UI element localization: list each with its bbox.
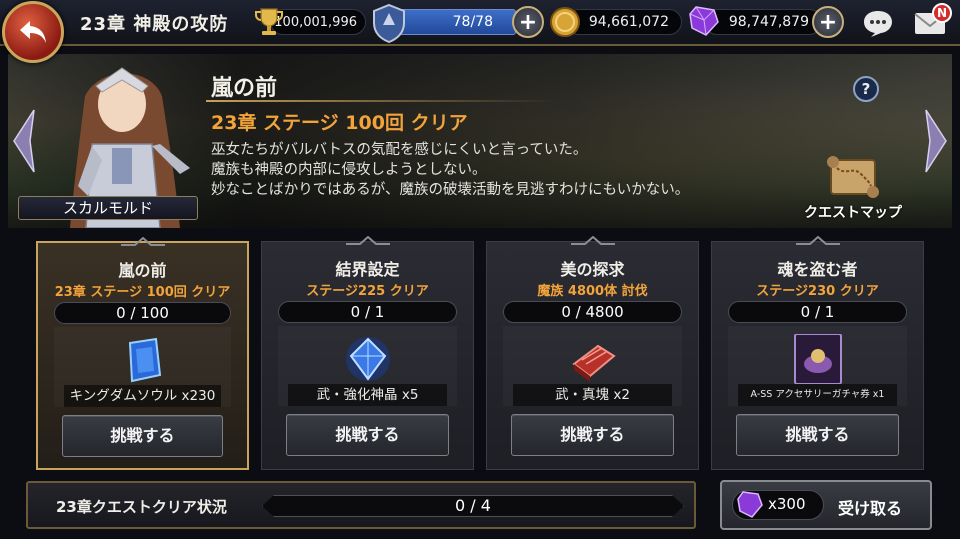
gem-amount: 98,747,879: [704, 9, 822, 35]
quest-title: 結界設定: [335, 260, 400, 279]
back-button[interactable]: [2, 1, 64, 63]
reward-name: 武・強化神晶 x5: [288, 384, 447, 406]
card-ornament: [570, 236, 615, 245]
quest-progress: 0 / 1: [278, 301, 457, 323]
chapter-progress-label: 23章クエストクリア状況: [56, 498, 227, 516]
hero-name: スカルモルド: [18, 196, 198, 220]
quest-name: 嵐の前: [211, 76, 278, 101]
description-line: 巫女たちがバルバトスの気配を感じにくいと言っていた。: [211, 142, 588, 158]
quest-card[interactable]: 結界設定 ステージ225 クリア 0 / 1 武・強化神晶 x5 挑戦する: [261, 236, 474, 470]
true-ingot-icon: [571, 344, 616, 382]
back-arrow-icon: [20, 21, 46, 43]
claim-reward-button[interactable]: x300 受け取る: [720, 480, 932, 530]
quest-title: 嵐の前: [118, 261, 167, 280]
kingdom-soul-icon: [128, 337, 161, 383]
reward-name: 武・真塊 x2: [513, 384, 672, 406]
trophy-icon: [255, 8, 283, 35]
gold-coin-icon: [550, 7, 580, 37]
gold-amount: 94,661,072: [566, 9, 682, 35]
mail-badge: N: [932, 3, 952, 23]
quest-condition: ステージ230 クリア: [756, 284, 879, 299]
stamina-bar: 78/78: [398, 9, 516, 35]
gem-icon: [737, 491, 763, 518]
quest-progress: 0 / 4800: [503, 301, 682, 323]
quest-progress: 0 / 1: [728, 301, 907, 323]
prev-arrow-icon[interactable]: [10, 106, 38, 176]
top-bar: 23章 神殿の攻防 100,001,996 78/78 + 94,661,072…: [0, 0, 960, 46]
enhance-crystal-icon: [345, 337, 390, 381]
card-ornament: [120, 237, 165, 246]
quest-card[interactable]: 魂を盗む者 ステージ230 クリア 0 / 1 A-SS アクセサリーガチャ券 …: [711, 236, 924, 470]
chapter-progress-panel: 23章クエストクリア状況 0 / 4: [26, 481, 696, 529]
card-ornament: [795, 236, 840, 245]
quest-condition: 23章 ステージ 100回 クリア: [54, 285, 231, 300]
name-underline: [206, 100, 556, 102]
card-ornament: [345, 236, 390, 245]
challenge-button[interactable]: 挑戦する: [511, 414, 674, 456]
quest-progress: 0 / 100: [54, 302, 231, 324]
challenge-button[interactable]: 挑戦する: [736, 414, 899, 456]
quest-description: 巫女たちがバルバトスの気配を感じにくいと言っていた。 魔族も神殿の内部に侵攻しよ…: [211, 140, 689, 200]
quest-condition: ステージ225 クリア: [306, 284, 429, 299]
chat-icon[interactable]: [861, 8, 895, 38]
chapter-title: 23章 神殿の攻防: [80, 14, 229, 35]
description-line: 魔族も神殿の内部に侵攻しようとしない。: [211, 162, 487, 178]
challenge-button[interactable]: 挑戦する: [62, 415, 223, 457]
reward-name: A-SS アクセサリーガチャ券 x1: [738, 384, 897, 406]
chapter-progress-value: 0 / 4: [455, 496, 491, 515]
quest-map-icon[interactable]: [823, 152, 883, 202]
quest-card[interactable]: 嵐の前 23章 ステージ 100回 クリア 0 / 100 キングダムソウル x…: [36, 237, 249, 470]
reward-name: キングダムソウル x230: [64, 385, 221, 407]
challenge-button[interactable]: 挑戦する: [286, 414, 449, 456]
shield-icon: [373, 3, 405, 43]
next-arrow-icon[interactable]: [922, 106, 950, 176]
add-gem-button[interactable]: +: [812, 6, 844, 38]
description-line: 妙なことばかりではあるが、魔族の破壊活動を見逃すわけにもいかない。: [211, 182, 690, 198]
accessory-ticket-icon: [793, 334, 842, 384]
claim-quantity: x300: [768, 495, 806, 513]
claim-label: 受け取る: [838, 499, 903, 518]
quest-title: 美の探求: [560, 260, 625, 279]
gem-icon: [689, 6, 719, 36]
quest-banner: スカルモルド 嵐の前 23章 ステージ 100回 クリア 巫女たちがバルバトスの…: [8, 54, 952, 228]
quest-condition: 23章 ステージ 100回 クリア: [211, 112, 468, 134]
quest-map-label[interactable]: クエストマップ: [794, 202, 912, 222]
quest-card[interactable]: 美の探求 魔族 4800体 討伐 0 / 4800 武・真塊 x2 挑戦する: [486, 236, 699, 470]
quest-title: 魂を盗む者: [777, 260, 858, 279]
quest-condition: 魔族 4800体 討伐: [537, 284, 648, 299]
help-button[interactable]: ?: [853, 76, 879, 102]
add-stamina-button[interactable]: +: [512, 6, 544, 38]
